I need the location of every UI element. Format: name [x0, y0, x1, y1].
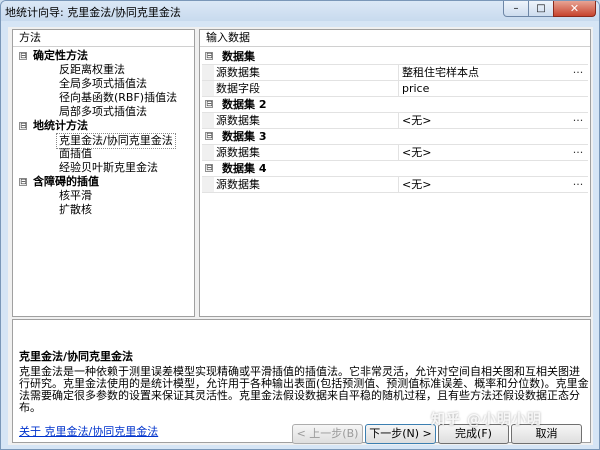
browse-button[interactable]: [570, 82, 586, 94]
description-title: 克里金法/协同克里金法: [19, 350, 134, 363]
property-row[interactable]: 数据字段 price: [202, 81, 588, 97]
window-title: 地统计向导: 克里金法/协同克里金法: [5, 6, 181, 19]
tree-item-label: 扩散核: [59, 203, 92, 216]
maximize-button[interactable]: □: [528, 1, 554, 17]
collapse-icon[interactable]: ⊟: [19, 122, 27, 130]
category-title: 数据集 2: [222, 98, 267, 111]
title-bar[interactable]: 地统计向导: 克里金法/协同克里金法 – □ ✕: [1, 1, 599, 21]
tree-item-label: 局部多项式插值法: [59, 105, 147, 118]
input-data-header: 输入数据: [200, 30, 590, 47]
tree-item[interactable]: 经验贝叶斯克里金法: [15, 161, 193, 175]
previous-button[interactable]: < 上一步(B): [292, 424, 363, 444]
tree-item-label: 径向基函数(RBF)插值法: [59, 91, 178, 104]
row-gutter: [202, 81, 214, 96]
collapse-icon[interactable]: ⊟: [205, 164, 213, 172]
property-value[interactable]: 整租住宅样本点: [398, 65, 568, 80]
browse-button[interactable]: ...: [570, 112, 586, 126]
row-gutter: [202, 145, 214, 160]
tree-item[interactable]: 局部多项式插值法: [15, 105, 193, 119]
property-grid[interactable]: ⊟ 数据集源数据集 整租住宅样本点... 数据字段 price ⊟ 数据集 2 源数据集 <无>…: [202, 49, 588, 193]
property-value[interactable]: <无>: [398, 177, 568, 192]
property-name: 数据字段: [216, 82, 260, 95]
category-title: 数据集: [222, 50, 255, 63]
tree-item-label: 面插值: [59, 147, 92, 160]
property-category[interactable]: ⊟ 数据集: [202, 49, 588, 65]
method-tree[interactable]: ⊟ 确定性方法 反距离权重法 全局多项式插值法 径向基函数(RBF)插值法 局部多项式插值…: [15, 49, 193, 217]
collapse-icon[interactable]: ⊟: [19, 52, 27, 60]
browse-button[interactable]: ...: [570, 64, 586, 78]
close-button[interactable]: ✕: [553, 1, 596, 17]
next-button[interactable]: 下一步(N) >: [365, 424, 436, 444]
tree-item-label: 反距离权重法: [59, 63, 125, 76]
collapse-icon[interactable]: ⊟: [205, 52, 213, 60]
row-gutter: [202, 177, 214, 192]
tree-item-label: 核平滑: [59, 189, 92, 202]
collapse-icon[interactable]: ⊟: [205, 100, 213, 108]
property-name: 源数据集: [216, 146, 260, 159]
property-name: 源数据集: [216, 114, 260, 127]
tree-item-label: 地统计方法: [33, 119, 88, 132]
watermark: 知乎 @小明小明: [431, 412, 542, 428]
property-value[interactable]: <无>: [398, 145, 568, 160]
collapse-icon[interactable]: ⊟: [205, 132, 213, 140]
tree-item-label: 含障碍的插值: [33, 175, 99, 188]
method-panel: 方法 ⊟ 确定性方法 反距离权重法 全局多项式插值法 径向基函数(RBF)插值法 局部多项…: [12, 29, 195, 317]
tree-item[interactable]: 反距离权重法: [15, 63, 193, 77]
property-category[interactable]: ⊟ 数据集 2: [202, 97, 588, 113]
category-title: 数据集 4: [222, 162, 267, 175]
collapse-icon[interactable]: ⊟: [19, 178, 27, 186]
dialog-client-area: 方法 ⊟ 确定性方法 反距离权重法 全局多项式插值法 径向基函数(RBF)插值法 局部多项…: [8, 27, 593, 445]
property-category[interactable]: ⊟ 数据集 4: [202, 161, 588, 177]
tree-item[interactable]: 扩散核: [15, 203, 193, 217]
browse-button[interactable]: ...: [570, 176, 586, 190]
input-data-panel: 输入数据 ⊟ 数据集 源数据集 整租住宅样本点... 数据字段 price ⊟ 数据集 2 源数…: [199, 29, 591, 317]
property-row[interactable]: 源数据集 <无>...: [202, 144, 588, 161]
tree-item[interactable]: 全局多项式插值法: [15, 77, 193, 91]
property-name: 源数据集: [216, 66, 260, 79]
property-row[interactable]: 源数据集 <无>...: [202, 112, 588, 129]
description-body: 克里金法是一种依赖于测里误差模型实现精确或平滑插值的插值法。它非常灵活，允许对空…: [19, 365, 589, 414]
tree-group[interactable]: ⊟ 含障碍的插值: [15, 175, 193, 189]
property-row[interactable]: 源数据集 整租住宅样本点...: [202, 64, 588, 81]
tree-item[interactable]: 径向基函数(RBF)插值法: [15, 91, 193, 105]
property-name: 源数据集: [216, 178, 260, 191]
help-link[interactable]: 关于 克里金法/协同克里金法: [19, 423, 158, 439]
property-row[interactable]: 源数据集 <无>...: [202, 176, 588, 193]
row-gutter: [202, 113, 214, 128]
tree-item-label: 确定性方法: [33, 49, 88, 62]
tree-item-label: 经验贝叶斯克里金法: [59, 161, 158, 174]
property-value[interactable]: price: [398, 81, 568, 96]
tree-item[interactable]: 核平滑: [15, 189, 193, 203]
row-gutter: [202, 65, 214, 80]
minimize-button[interactable]: –: [503, 1, 529, 17]
property-value[interactable]: <无>: [398, 113, 568, 128]
tree-item[interactable]: 面插值: [15, 147, 193, 161]
property-category[interactable]: ⊟ 数据集 3: [202, 129, 588, 145]
tree-group[interactable]: ⊟ 确定性方法: [15, 49, 193, 63]
tree-group[interactable]: ⊟ 地统计方法: [15, 119, 193, 133]
tree-item-label: 全局多项式插值法: [59, 77, 147, 90]
category-title: 数据集 3: [222, 130, 267, 143]
wizard-window: 地统计向导: 克里金法/协同克里金法 – □ ✕ 方法 ⊟ 确定性方法 反距离权重法…: [0, 0, 600, 450]
tree-item[interactable]: 克里金法/协同克里金法: [15, 133, 193, 149]
method-panel-header: 方法: [13, 30, 194, 47]
browse-button[interactable]: ...: [570, 144, 586, 158]
